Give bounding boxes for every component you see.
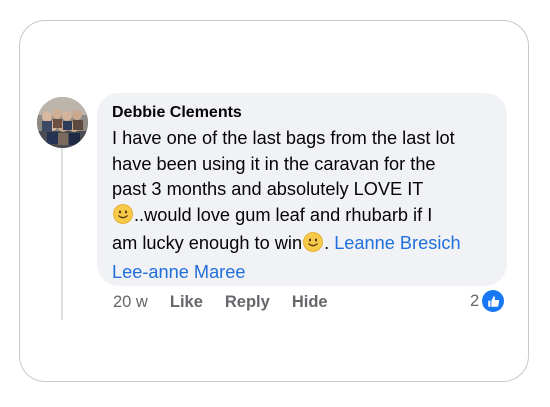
avatar-photo [37, 97, 88, 148]
comment-line-2: have been using it in the caravan for th… [112, 153, 436, 174]
reaction-summary[interactable]: 2 [470, 290, 505, 312]
thread-line [61, 148, 63, 320]
comment-actions: 20 w Like Reply Hide [113, 291, 350, 313]
comment-author[interactable]: Debbie Clements [112, 103, 495, 123]
comment-bubble: Debbie Clements I have one of the last b… [97, 93, 507, 286]
comment-text: I have one of the last bags from the las… [112, 126, 495, 285]
hide-button[interactable]: Hide [292, 293, 328, 312]
comment-line-4: ..would love gum leaf and rhubarb if I [112, 203, 495, 232]
reply-button[interactable]: Reply [225, 293, 270, 312]
reaction-count: 2 [470, 291, 480, 310]
like-icon [482, 290, 505, 312]
mention-link-lee-anne-maree[interactable]: Lee-anne Maree [112, 262, 245, 282]
mention-link-leanne-bresich[interactable]: Leanne Bresich [334, 233, 460, 253]
comment-line-4-text: ..would love gum leaf and rhubarb if I [134, 204, 433, 225]
comment-timestamp[interactable]: 20 w [113, 293, 148, 312]
comment-line-3: past 3 months and absolutely LOVE IT [112, 179, 424, 199]
comment-line-5-text: am lucky enough to win [112, 233, 303, 253]
smiling-face-emoji-icon [113, 203, 133, 232]
comment-line-6: Lee-anne Maree [112, 260, 495, 286]
comment-line-5: am lucky enough to win . Leanne Bresich [112, 231, 495, 260]
comment-punctuation: . [324, 233, 335, 253]
like-button[interactable]: Like [170, 293, 203, 312]
smiling-face-emoji-icon [303, 232, 323, 260]
comment-line-1: I have one of the last bags from the las… [112, 128, 455, 148]
avatar[interactable] [37, 97, 88, 148]
